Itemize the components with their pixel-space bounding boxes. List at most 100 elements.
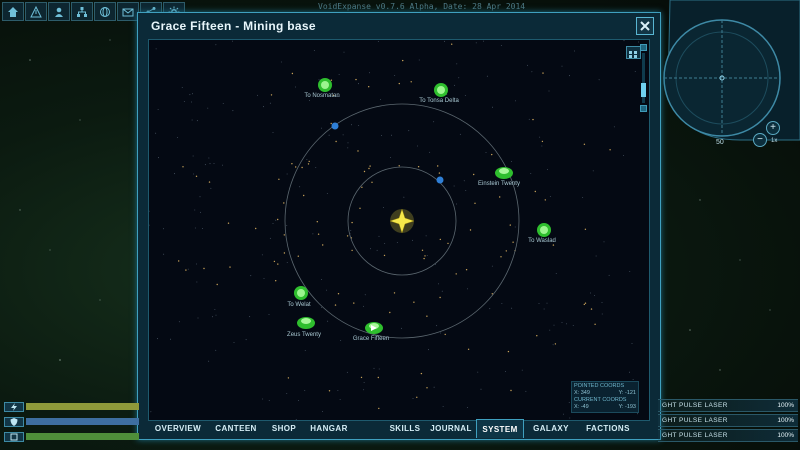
- asteroid-dot: [426, 387, 428, 389]
- player-station-icon[interactable]: [365, 322, 383, 334]
- asteroid-dot: [322, 244, 324, 246]
- background-star: [373, 367, 375, 369]
- background-star: [566, 323, 567, 325]
- map-toggle-button[interactable]: [626, 46, 641, 59]
- tab-hangar[interactable]: HANGAR: [304, 419, 354, 437]
- background-star: [515, 100, 516, 102]
- background-star: [304, 350, 306, 351]
- user-icon[interactable]: [48, 2, 70, 21]
- background-star: [563, 413, 564, 415]
- background-star: [572, 325, 574, 326]
- background-star: [272, 223, 274, 224]
- background-star: [553, 324, 555, 326]
- weapon-slot[interactable]: GHT PULSE LASER 100%: [658, 399, 798, 412]
- asteroid-dot: [509, 224, 511, 226]
- tab-system[interactable]: SYSTEM: [476, 419, 524, 438]
- blue-planet[interactable]: [331, 122, 339, 130]
- background-star: [343, 51, 345, 53]
- asteroid-dot: [474, 202, 476, 204]
- radar-range: 50: [716, 139, 724, 146]
- background-star: [189, 94, 191, 96]
- background-star: [500, 45, 502, 46]
- asteroid-dot: [500, 256, 502, 258]
- station-icon[interactable]: [495, 167, 513, 179]
- home-icon[interactable]: [2, 2, 24, 21]
- background-star: [213, 163, 215, 164]
- close-button[interactable]: [636, 17, 654, 35]
- background-star: [428, 349, 429, 351]
- background-star: [257, 94, 258, 96]
- background-star: [595, 255, 597, 257]
- station-icon[interactable]: [297, 317, 315, 329]
- asteroid-dot: [609, 149, 611, 151]
- tab-shop[interactable]: SHOP: [264, 419, 304, 437]
- background-star: [262, 398, 264, 400]
- asteroid-dot: [410, 81, 412, 83]
- background-star: [632, 379, 634, 380]
- asteroid-dot: [423, 257, 425, 260]
- weapon-name: GHT PULSE LASER: [662, 402, 728, 409]
- asteroid-dot: [270, 94, 273, 96]
- background-star: [187, 268, 189, 270]
- background-star: [340, 340, 342, 341]
- zoom-out-button[interactable]: −: [753, 133, 767, 147]
- asteroid-dot: [465, 269, 468, 271]
- tab-overview[interactable]: OVERVIEW: [148, 419, 208, 437]
- tab-skills[interactable]: SKILLS: [384, 419, 426, 437]
- background-star: [459, 133, 461, 135]
- asteroid-dot: [398, 165, 400, 167]
- background-star: [194, 227, 196, 229]
- network-icon[interactable]: [71, 2, 93, 21]
- tab-canteen[interactable]: CANTEEN: [208, 419, 264, 437]
- background-star: [313, 50, 315, 51]
- zoom-in-button[interactable]: +: [766, 121, 780, 135]
- jumpgate-icon[interactable]: [294, 286, 308, 300]
- tab-factions[interactable]: FACTIONS: [578, 419, 638, 437]
- background-star: [440, 332, 441, 334]
- weapon-slot[interactable]: GHT PULSE LASER 100%: [658, 414, 798, 427]
- background-star: [261, 254, 263, 256]
- background-star: [347, 142, 349, 144]
- background-star: [608, 274, 610, 276]
- system-map[interactable]: To Nosmatan To Tonsa Delta Einstein Twen…: [148, 39, 650, 421]
- asteroid-dot: [273, 260, 276, 263]
- background-star: [321, 279, 322, 280]
- background-star: [295, 86, 296, 88]
- warning-icon[interactable]: [25, 2, 47, 21]
- background-star: [363, 382, 365, 383]
- background-star: [351, 124, 352, 126]
- background-star: [417, 145, 418, 147]
- tab-journal[interactable]: JOURNAL: [426, 419, 476, 437]
- scroll-down-button[interactable]: [640, 105, 647, 112]
- jumpgate-icon[interactable]: [434, 83, 448, 97]
- star-icon[interactable]: [389, 208, 415, 234]
- blue-planet[interactable]: [436, 176, 444, 184]
- asteroid-dot: [510, 389, 512, 392]
- background-star: [202, 228, 203, 230]
- background-star: [574, 50, 575, 52]
- asteroid-dot: [426, 315, 428, 317]
- scroll-thumb[interactable]: [641, 83, 646, 97]
- background-star: [514, 226, 516, 228]
- background-star: [480, 388, 482, 390]
- background-star: [177, 137, 178, 138]
- background-star: [342, 134, 344, 136]
- background-star: [263, 278, 265, 279]
- background-star: [467, 288, 468, 290]
- tab-galaxy[interactable]: GALAXY: [524, 419, 578, 437]
- weapon-slot[interactable]: GHT PULSE LASER 100%: [658, 429, 798, 442]
- background-star: [181, 87, 183, 88]
- hull-bar: [4, 431, 139, 442]
- background-star: [444, 40, 445, 42]
- globe-icon[interactable]: [94, 2, 116, 21]
- asteroid-dot: [444, 333, 446, 336]
- background-star: [539, 136, 541, 138]
- map-zoom-scrollbar[interactable]: [640, 44, 647, 118]
- jumpgate-icon[interactable]: [318, 78, 332, 92]
- background-star: [286, 173, 288, 175]
- jumpgate-icon[interactable]: [537, 223, 551, 237]
- background-star: [245, 339, 247, 341]
- scroll-up-button[interactable]: [640, 44, 647, 51]
- mail-icon[interactable]: [117, 2, 139, 21]
- asteroid-dot: [363, 170, 366, 173]
